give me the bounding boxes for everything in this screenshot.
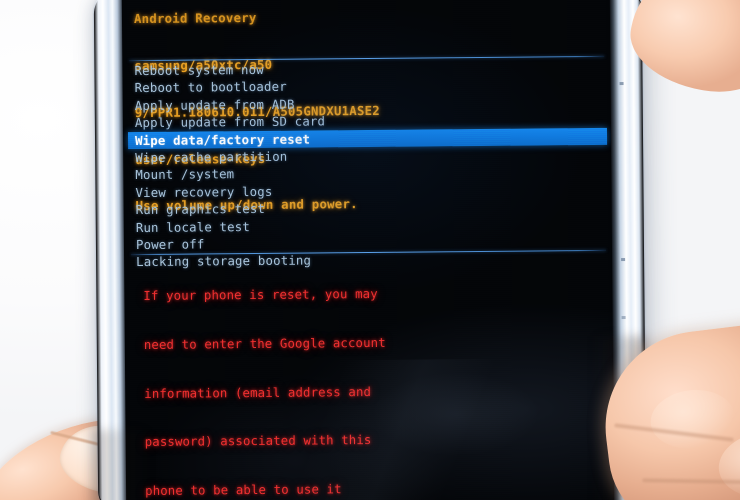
- warning-line-3: information (email address and: [144, 383, 372, 401]
- frame-seam-middle: [621, 258, 626, 262]
- screenshot-root: Android Recovery samsung/a50xtc/a50 9/PP…: [0, 0, 740, 500]
- warning-line-4: password) associated with this: [144, 432, 372, 450]
- warning-line-2: need to enter the Google account: [143, 334, 386, 352]
- warning-line-5: phone to be able to use it: [145, 481, 342, 498]
- recovery-ui: Android Recovery samsung/a50xtc/a50 9/PP…: [126, 0, 611, 500]
- phone-right-frame: [609, 0, 647, 500]
- recovery-menu: Reboot system now Reboot to bootloader A…: [127, 58, 608, 269]
- warning-line-1: If your phone is reset, you may: [143, 286, 378, 304]
- header-line-title: Android Recovery: [133, 10, 257, 27]
- factory-reset-warning: If your phone is reset, you may need to …: [143, 252, 605, 500]
- frame-seam-bottom: [621, 316, 626, 320]
- frame-seam-top: [619, 82, 624, 86]
- phone-screen: Android Recovery samsung/a50xtc/a50 9/PP…: [121, 0, 615, 500]
